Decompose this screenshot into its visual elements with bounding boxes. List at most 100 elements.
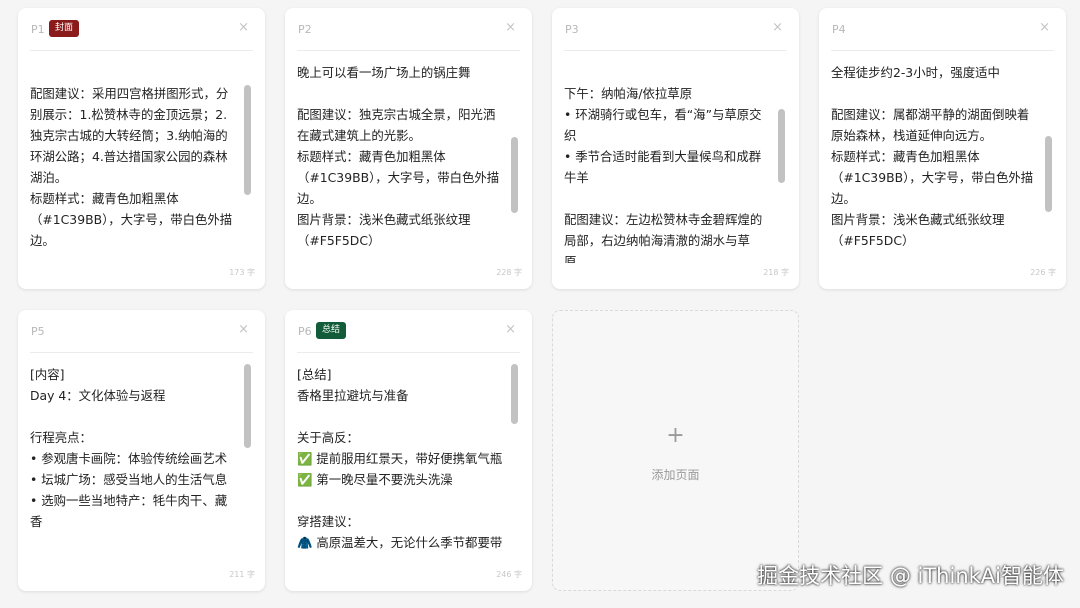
content-line <box>297 406 508 427</box>
page-card[interactable]: P2内容× 晚上可以看一场广场上的锅庄舞配图建议：独克宗古城全景，阳光洒在藏式建筑… <box>285 8 532 289</box>
card-content-text[interactable]: [总结] 香格里拉避坑与准备 关于高反： ✅ 提前服用红景天，带好便携氧气瓶 ✅ 第一晚… <box>297 364 508 565</box>
content-line: 边。 <box>831 191 856 206</box>
content-line <box>831 83 1042 104</box>
content-line: 牛羊 <box>564 170 589 185</box>
close-icon[interactable]: × <box>238 21 249 35</box>
scrollbar-thumb[interactable] <box>511 136 518 214</box>
close-icon[interactable]: × <box>1039 21 1050 35</box>
scrollbar-thumb[interactable] <box>244 84 251 196</box>
scrollbar-thumb[interactable] <box>778 108 785 184</box>
content-line: 配图建议：属都湖平静的湖面倒映着 <box>831 107 1030 122</box>
content-line: 穿搭建议： <box>297 514 359 529</box>
page-card[interactable]: P4内容× 全程徒步约2-3小时，强度适中配图建议：属都湖平静的湖面倒映着原始森林… <box>819 8 1066 289</box>
content-line: 下午：纳帕海/依拉草原 <box>564 86 693 101</box>
content-line: • 选购一些当地特产：牦牛肉干、藏 <box>30 493 228 508</box>
card-header: P4内容× <box>831 8 1054 51</box>
content-line: （#1C39BB），大字号，带白色外描 <box>297 170 500 185</box>
watermark: 掘金技术社区 @ iThinkAi智能体 <box>757 564 1064 588</box>
content-line: ✅ 第一晚尽量不要洗头洗澡 <box>297 472 453 487</box>
content-line <box>30 62 241 83</box>
scrollbar[interactable] <box>1044 62 1053 263</box>
card-content-text[interactable]: 配图建议：采用四宫格拼图形式，分 别展示：1.松赞林寺的金顶远景；2. 独克宗古城的… <box>30 62 241 263</box>
content-line: [总结] <box>297 367 332 382</box>
content-line: 配图建议：采用四宫格拼图形式，分 <box>30 86 229 101</box>
content-line <box>564 188 775 209</box>
card-content-text[interactable]: 全程徒步约2-3小时，强度适中配图建议：属都湖平静的湖面倒映着 原始森林，栈道延伸… <box>831 62 1042 263</box>
page-number: P4 <box>832 23 846 36</box>
content-line: 配图建议：独克宗古城全景，阳光洒 <box>297 107 496 122</box>
content-line: • 坛城广场：感受当地人的生活气息 <box>30 472 228 487</box>
content-line: 🧥 高原温差大，无论什么季节都要带 <box>297 535 503 550</box>
page-number: P2 <box>298 23 312 36</box>
content-line: 边。 <box>297 191 322 206</box>
scrollbar[interactable] <box>510 364 519 565</box>
card-header: P1 封面 × <box>30 8 253 51</box>
content-line: （#F5F5DC） <box>831 233 915 248</box>
char-count: 173 字 <box>229 268 255 277</box>
scrollbar[interactable] <box>510 62 519 263</box>
content-line: 局部，右边纳帕海清澈的湖水与草 <box>564 233 750 248</box>
scrollbar-thumb[interactable] <box>244 364 251 449</box>
content-line: 标题样式：藏青色加粗黑体 <box>297 149 446 164</box>
add-page-button[interactable]: + 添加页面 <box>552 310 799 591</box>
scrollbar[interactable] <box>243 364 252 565</box>
char-count: 246 字 <box>496 570 522 579</box>
scrollbar[interactable] <box>243 62 252 263</box>
page-card-grid: P1 封面 × 配图建议：采用四宫格拼图形式，分 别展示：1.松赞林寺的金顶远景；2. 独… <box>18 8 1066 591</box>
content-line: 香 <box>30 514 43 529</box>
content-line: Day 4：文化体验与返程 <box>30 388 166 403</box>
content-line: 全程徒步约2-3小时，强度适中 <box>831 65 1000 80</box>
card-header: P6 总结 × <box>297 310 520 353</box>
content-line: 香格里拉避坑与准备 <box>297 388 409 403</box>
close-icon[interactable]: × <box>505 21 516 35</box>
content-line: 图片背景：浅米色藏式纸张纹理 <box>831 212 1005 227</box>
scrollbar[interactable] <box>777 62 786 263</box>
content-line: 关于高反： <box>297 430 359 445</box>
content-line: [内容] <box>30 367 65 382</box>
content-line: 织 <box>564 128 577 143</box>
content-line: • 季节合适时能看到大量候鸟和成群 <box>564 149 762 164</box>
content-line: 图片背景：浅米色藏式纸张纹理 <box>297 212 471 227</box>
page-number: P1 <box>31 23 45 36</box>
plus-icon: + <box>666 423 685 448</box>
close-icon[interactable]: × <box>772 21 783 35</box>
page-card[interactable]: P6 总结 × [总结] 香格里拉避坑与准备 关于高反： ✅ 提前服用红景天，带好便携氧气瓶… <box>285 310 532 591</box>
content-line: 独克宗古城的大转经筒；3.纳帕海的 <box>30 128 228 143</box>
content-line: 原 <box>564 254 577 263</box>
content-line: • 环湖骑行或包车，看“海”与草原交 <box>564 107 762 122</box>
content-line: 行程亮点： <box>30 430 92 445</box>
content-line: • 参观唐卡画院：体验传统绘画艺术 <box>30 451 228 466</box>
content-line <box>297 83 508 104</box>
page-number: P3 <box>565 23 579 36</box>
close-icon[interactable]: × <box>505 323 516 337</box>
page-card[interactable]: P5内容× [内容] Day 4：文化体验与返程行程亮点： • 参观唐卡画院：体验传统… <box>18 310 265 591</box>
page-type-tag: 总结 <box>316 322 347 339</box>
card-content-text[interactable]: [内容] Day 4：文化体验与返程 行程亮点： • 参观唐卡画院：体验传统绘画艺术 •… <box>30 364 241 565</box>
content-line: （#1C39BB），大字号，带白色外描 <box>831 170 1034 185</box>
content-line: 标题样式：藏青色加粗黑体 <box>30 191 179 206</box>
char-count: 226 字 <box>1030 268 1056 277</box>
card-header: P3内容× <box>564 8 787 51</box>
content-line: 别展示：1.松赞林寺的金顶远景；2. <box>30 107 228 122</box>
page-number: P6 <box>298 325 312 338</box>
card-content-text[interactable]: 下午：纳帕海/依拉草原 • 环湖骑行或包车，看“海”与草原交织 • 季节合适时能看到… <box>564 62 775 263</box>
content-line: ✅ 提前服用红景天，带好便携氧气瓶 <box>297 451 503 466</box>
close-icon[interactable]: × <box>238 323 249 337</box>
content-line: 原始森林，栈道延伸向远方。 <box>831 128 993 143</box>
scrollbar-thumb[interactable] <box>511 364 518 425</box>
card-content-text[interactable]: 晚上可以看一场广场上的锅庄舞配图建议：独克宗古城全景，阳光洒 在藏式建筑上的光影。… <box>297 62 508 263</box>
content-line: 在藏式建筑上的光影。 <box>297 128 421 143</box>
content-line <box>30 406 241 427</box>
content-line: 环湖公路；4.普达措国家公园的森林 <box>30 149 228 164</box>
page-card[interactable]: P3内容× 下午：纳帕海/依拉草原 • 环湖骑行或包车，看“海”与草原交织 • 季节合… <box>552 8 799 289</box>
content-line: 标题样式：藏青色加粗黑体 <box>831 149 980 164</box>
content-line <box>564 62 775 83</box>
content-line: 晚上可以看一场广场上的锅庄舞 <box>297 65 471 80</box>
page-card[interactable]: P1 封面 × 配图建议：采用四宫格拼图形式，分 别展示：1.松赞林寺的金顶远景；2. 独… <box>18 8 265 289</box>
char-count: 211 字 <box>229 570 255 579</box>
scrollbar-thumb[interactable] <box>1045 135 1052 212</box>
content-line <box>297 490 508 511</box>
content-line: （#1C39BB），大字号，带白色外描 <box>30 212 233 227</box>
content-line: 湖泊。 <box>30 170 68 185</box>
page-number: P5 <box>31 325 45 338</box>
